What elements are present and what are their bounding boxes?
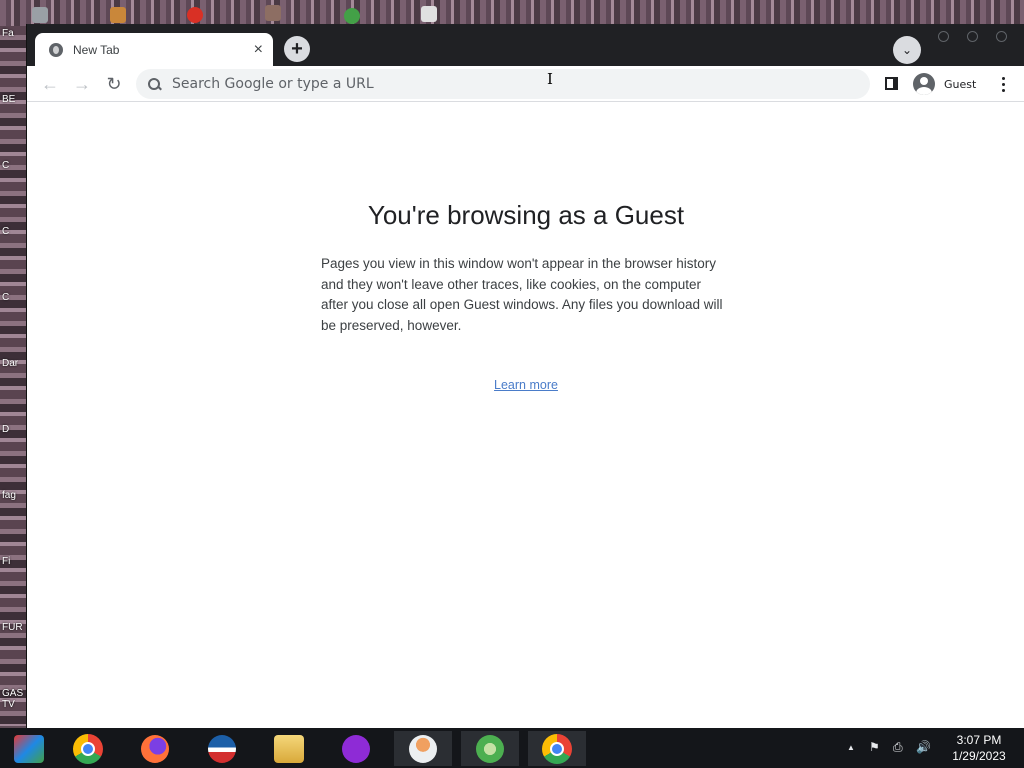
green-app-icon [476,734,504,763]
desktop-label: GAS TV [2,688,24,710]
recycle-bin-icon[interactable] [32,7,48,23]
desktop-wallpaper-top [0,0,1024,26]
flag-icon[interactable]: ⚑ [869,740,880,754]
desktop-label: Dar [2,358,19,369]
desktop-label: BE [2,94,16,105]
learn-more-text[interactable]: Learn more [494,378,558,392]
browser-window: New Tab × + ⌄ ← → ↻ Guest You're browsin… [26,24,1024,728]
desktop-label: FUR [2,622,23,633]
radiation-icon[interactable] [187,7,203,23]
taskbar-green-app[interactable] [461,731,519,766]
toolbar: ← → ↻ Guest [27,66,1024,102]
guest-avatar-icon [913,73,935,95]
network-icon[interactable]: ⎙ [893,740,903,755]
taskbar-file-explorer[interactable] [260,731,318,766]
learn-more-link[interactable]: Learn more [27,378,1024,392]
side-panel-icon[interactable] [885,77,898,90]
clock-date: 1/29/2023 [952,749,1006,763]
green-ball-icon[interactable] [344,8,360,24]
maximize-button[interactable] [967,31,978,42]
forward-button[interactable]: → [70,72,94,96]
system-clock[interactable]: 3:07 PM 1/29/2023 [944,732,1014,764]
desktop-label: fag [2,490,16,501]
chrome-active-icon [542,733,572,764]
cow-icon[interactable] [421,6,437,22]
title-bar[interactable]: New Tab × + ⌄ [27,24,1024,66]
close-window-button[interactable] [996,31,1007,42]
guest-page: You're browsing as a Guest Pages you vie… [27,103,1024,728]
desktop-label: Fi [2,556,11,567]
new-tab-button[interactable]: + [284,36,310,62]
taskbar-person-app[interactable] [394,731,452,766]
taskbar-app-launcher[interactable] [0,731,58,766]
taskbar-chrome[interactable] [59,731,117,766]
chrome-icon [73,733,103,764]
address-bar-input[interactable] [172,76,832,92]
back-button[interactable]: ← [38,72,62,96]
taskbar-mask-app[interactable] [327,731,385,766]
app-launcher-icon [14,734,44,763]
tab-new-tab[interactable]: New Tab × [35,33,273,66]
desktop-wallpaper-left [0,26,26,726]
portrait-icon[interactable] [265,5,281,21]
profile-label: Guest [944,77,977,91]
desktop-label: Fa [2,28,14,39]
taskbar-firefox[interactable] [126,731,184,766]
mask-app-icon [342,734,370,763]
obama-logo-icon [208,734,236,763]
profile-button[interactable]: Guest [911,71,979,97]
taskbar: ▲ ⚑ ⎙ 🔊 3:07 PM 1/29/2023 [0,728,1024,768]
firefox-icon [141,734,169,763]
globe-icon [49,42,63,57]
archive-icon[interactable] [110,7,126,23]
text-cursor-icon: I [547,70,553,88]
more-menu-button[interactable] [995,73,1011,95]
desktop-label: C [2,226,10,237]
tray-chevron-icon[interactable]: ▲ [847,743,855,752]
tab-title: New Tab [73,42,120,57]
guest-description: Pages you view in this window won't appe… [321,256,723,333]
taskbar-obama-app[interactable] [193,731,251,766]
desktop-label: C [2,160,10,171]
volume-icon[interactable]: 🔊 [916,740,931,754]
clock-time: 3:07 PM [956,733,1002,747]
desktop-label: C [2,292,10,303]
minimize-button[interactable] [938,31,949,42]
taskbar-chrome-active[interactable] [528,731,586,766]
file-explorer-icon [274,734,304,763]
close-icon[interactable]: × [254,41,263,58]
tab-search-button[interactable]: ⌄ [893,36,921,64]
page-title: You're browsing as a Guest [367,200,685,230]
reload-button[interactable]: ↻ [102,72,126,96]
person-app-icon [409,734,437,763]
omnibox[interactable] [136,69,870,99]
desktop-label: D [2,424,10,435]
search-icon [148,77,161,91]
